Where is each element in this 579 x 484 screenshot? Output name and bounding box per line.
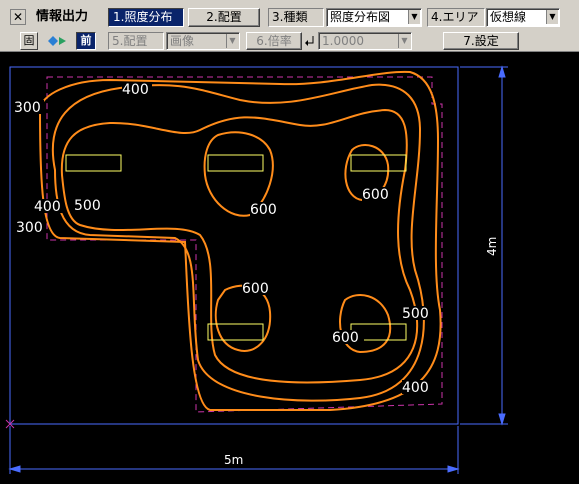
width-dimension-label: 5m [224, 453, 243, 467]
contour-label: 600 [250, 202, 277, 218]
contour-label: 300 [16, 220, 43, 236]
grid-icon[interactable]: 固 [20, 32, 38, 50]
enter-icon [304, 34, 316, 48]
contour-300 [38, 70, 442, 411]
chevron-down-icon: ▼ [398, 34, 410, 48]
height-dimension [460, 65, 508, 426]
chevron-down-icon: ▼ [546, 10, 558, 24]
toolbar-title: 情報出力 [36, 9, 89, 24]
contour-label: 300 [14, 100, 41, 116]
settings-button[interactable]: 7.設定 [443, 32, 519, 50]
room-outline [9, 66, 459, 425]
illuminance-distribution-button[interactable]: 1.照度分布 [108, 8, 184, 27]
contour-label: 400 [402, 380, 429, 396]
area-select[interactable]: 仮想線 ▼ [486, 8, 560, 27]
type-select-value: 照度分布図 [330, 10, 391, 24]
contour-label: 500 [74, 198, 101, 214]
chevron-down-icon: ▼ [408, 10, 420, 24]
contour-label: 600 [242, 281, 269, 297]
enter-icon-glyph [305, 36, 314, 46]
close-icon[interactable]: ✕ [10, 9, 26, 25]
placement-label: 5.配置 [108, 32, 164, 50]
chevron-down-icon: ▼ [226, 34, 238, 48]
luminaire-1 [65, 154, 122, 172]
scale-button[interactable]: 6.倍率 [246, 32, 302, 50]
area-select-value: 仮想線 [490, 10, 527, 24]
scale-input[interactable]: 1.0000 ▼ [318, 32, 412, 50]
placement-select-value: 画像 [170, 34, 195, 48]
contour-label: 500 [402, 306, 429, 322]
area-label: 4.エリア [427, 8, 485, 27]
contour-label: 600 [332, 330, 359, 346]
contour-label: 600 [362, 187, 389, 203]
arrows-icon-glyph [48, 36, 66, 46]
height-dimension-label: 4m [485, 237, 499, 256]
type-label: 3.種類 [268, 8, 324, 27]
front-button[interactable]: 前 [76, 32, 96, 50]
drawing-canvas[interactable]: 400 300 400 500 300 600 600 600 500 600 … [0, 52, 579, 484]
layout-button[interactable]: 2.配置 [188, 8, 260, 27]
info-output-toolbar: ✕ 情報出力 1.照度分布 2.配置 3.種類 照度分布図 ▼ 4.エリア 仮想… [0, 0, 579, 52]
arrows-icon[interactable] [46, 33, 68, 49]
luminaires [65, 154, 407, 341]
luminaire-3 [350, 154, 407, 172]
calculation-area-boundary [46, 76, 443, 413]
contour-lines [38, 70, 442, 411]
contour-label: 400 [34, 199, 61, 215]
scale-input-value: 1.0000 [322, 34, 364, 48]
placement-select[interactable]: 画像 ▼ [166, 32, 240, 50]
type-select[interactable]: 照度分布図 ▼ [326, 8, 422, 27]
contour-label: 400 [122, 82, 149, 98]
luminaire-2 [207, 154, 264, 172]
